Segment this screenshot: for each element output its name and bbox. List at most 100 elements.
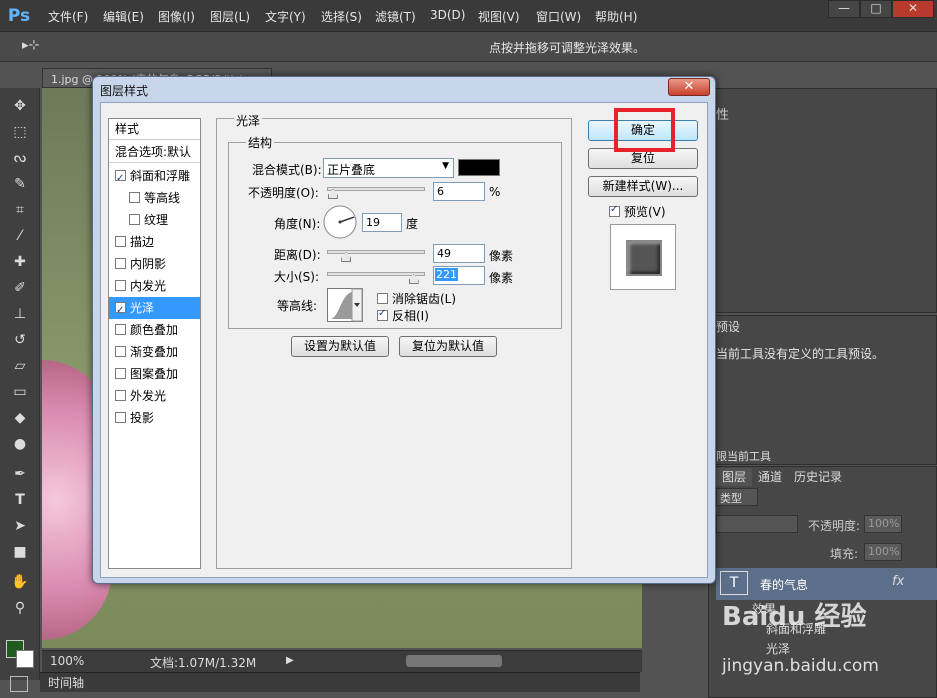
- hand-tool-icon[interactable]: ✋: [8, 572, 32, 592]
- distance-input[interactable]: 49: [433, 244, 485, 263]
- preview-checkbox[interactable]: 预览(V): [609, 203, 666, 220]
- blur-tool-icon[interactable]: ◆: [8, 408, 32, 428]
- dodge-tool-icon[interactable]: ●: [8, 434, 32, 454]
- style-item-checkbox[interactable]: [129, 192, 140, 203]
- opacity-input[interactable]: 6: [433, 182, 485, 201]
- blend-mode-select[interactable]: [716, 515, 798, 533]
- anti-alias-check[interactable]: [377, 293, 388, 304]
- history-brush-tool-icon[interactable]: ↺: [8, 330, 32, 350]
- menu-window[interactable]: 窗口(W): [536, 8, 581, 25]
- layer-fill-input[interactable]: 100%: [864, 543, 902, 561]
- menu-edit[interactable]: 编辑(E): [103, 8, 144, 25]
- style-item[interactable]: 纹理: [109, 209, 200, 231]
- preview-check[interactable]: [609, 204, 620, 217]
- angle-unit: 度: [406, 217, 419, 231]
- eraser-tool-icon[interactable]: ▱: [8, 356, 32, 376]
- style-item-checkbox[interactable]: [115, 412, 126, 423]
- opacity-slider-track[interactable]: [327, 187, 425, 191]
- contour-picker[interactable]: [327, 288, 363, 322]
- pen-tool-icon[interactable]: ✒: [8, 464, 32, 484]
- angle-dial[interactable]: [322, 204, 358, 240]
- new-style-button[interactable]: 新建样式(W)...: [588, 176, 698, 197]
- path-select-tool-icon[interactable]: ➤: [8, 516, 32, 536]
- background-color-swatch[interactable]: [16, 650, 34, 668]
- layer-fx-icon[interactable]: fx: [892, 574, 904, 589]
- eyedropper-tool-icon[interactable]: ⁄: [8, 226, 32, 246]
- tool-preset-picker[interactable]: ▸⊹: [22, 38, 39, 53]
- style-item[interactable]: 图案叠加: [109, 363, 200, 385]
- angle-input[interactable]: 19: [362, 213, 402, 232]
- maximize-button[interactable]: □: [860, 0, 892, 18]
- style-item[interactable]: 斜面和浮雕: [109, 165, 200, 190]
- reset-to-default-button[interactable]: 复位为默认值: [399, 336, 497, 357]
- style-item-checkbox[interactable]: [115, 258, 126, 269]
- menu-image[interactable]: 图像(I): [158, 8, 195, 25]
- horizontal-scrollbar-thumb[interactable]: [406, 655, 502, 667]
- style-item-checkbox[interactable]: [115, 300, 126, 322]
- stamp-tool-icon[interactable]: ⊥: [8, 304, 32, 324]
- tab-channels[interactable]: 通道: [752, 468, 788, 486]
- timeline-tab[interactable]: 时间轴: [48, 674, 84, 691]
- size-slider-track[interactable]: [327, 272, 425, 276]
- satin-color-swatch[interactable]: [458, 159, 500, 176]
- style-item[interactable]: 渐变叠加: [109, 341, 200, 363]
- menu-filter[interactable]: 滤镜(T): [375, 8, 416, 25]
- minimize-button[interactable]: —: [828, 0, 860, 18]
- style-item[interactable]: 投影: [109, 407, 200, 429]
- status-menu-arrow-icon[interactable]: ▶: [286, 655, 294, 666]
- menu-3d[interactable]: 3D(D): [430, 8, 465, 22]
- style-item[interactable]: 颜色叠加: [109, 319, 200, 341]
- style-item-checkbox[interactable]: [115, 168, 126, 190]
- invert-check[interactable]: [377, 308, 388, 321]
- zoom-level[interactable]: 100%: [50, 654, 84, 668]
- close-window-button[interactable]: ✕: [892, 0, 934, 18]
- layer-effect-satin[interactable]: 光泽: [766, 640, 790, 657]
- lasso-tool-icon[interactable]: ᔓ: [8, 148, 32, 168]
- menu-view[interactable]: 视图(V): [478, 8, 520, 25]
- blending-options-item[interactable]: 混合选项:默认: [109, 141, 200, 163]
- move-tool-icon[interactable]: ✥: [8, 96, 32, 116]
- style-item[interactable]: 等高线: [109, 187, 200, 209]
- menu-help[interactable]: 帮助(H): [595, 8, 637, 25]
- shape-tool-icon[interactable]: ■: [8, 542, 32, 562]
- layer-kind-filter[interactable]: 类型: [716, 488, 758, 506]
- satin-blend-mode-select[interactable]: 正片叠底 ▼: [323, 158, 454, 178]
- style-item-checkbox[interactable]: [129, 214, 140, 225]
- current-tool-only-checkbox[interactable]: 限当前工具: [716, 448, 771, 464]
- quick-mask-icon[interactable]: [10, 676, 28, 692]
- invert-checkbox[interactable]: 反相(I): [377, 307, 429, 324]
- style-item-checkbox[interactable]: [115, 280, 126, 291]
- distance-slider-track[interactable]: [327, 250, 425, 254]
- layer-name[interactable]: 春的气息: [760, 576, 808, 593]
- menu-file[interactable]: 文件(F): [48, 8, 88, 25]
- style-item-checkbox[interactable]: [115, 368, 126, 379]
- style-item-checkbox[interactable]: [115, 390, 126, 401]
- healing-tool-icon[interactable]: ✚: [8, 252, 32, 272]
- dialog-close-button[interactable]: ✕: [668, 78, 710, 96]
- style-item-checkbox[interactable]: [115, 346, 126, 357]
- style-item[interactable]: 外发光: [109, 385, 200, 407]
- marquee-tool-icon[interactable]: ⬚: [8, 122, 32, 142]
- style-item[interactable]: 光泽: [109, 297, 200, 322]
- style-item-checkbox[interactable]: [115, 324, 126, 335]
- quick-select-tool-icon[interactable]: ✎: [8, 174, 32, 194]
- gradient-tool-icon[interactable]: ▭: [8, 382, 32, 402]
- layer-opacity-input[interactable]: 100%: [864, 515, 902, 533]
- menu-layer[interactable]: 图层(L): [210, 8, 250, 25]
- tab-layers[interactable]: 图层: [716, 468, 753, 486]
- crop-tool-icon[interactable]: ⌗: [8, 200, 32, 220]
- style-item[interactable]: 描边: [109, 231, 200, 253]
- style-item[interactable]: 内发光: [109, 275, 200, 297]
- style-item[interactable]: 内阴影: [109, 253, 200, 275]
- style-item-checkbox[interactable]: [115, 236, 126, 247]
- style-list-header[interactable]: 样式: [109, 118, 200, 140]
- type-tool-icon[interactable]: T: [8, 490, 32, 510]
- menu-select[interactable]: 选择(S): [321, 8, 362, 25]
- anti-alias-checkbox[interactable]: 消除锯齿(L): [377, 290, 456, 307]
- menu-type[interactable]: 文字(Y): [265, 8, 306, 25]
- brush-tool-icon[interactable]: ✐: [8, 278, 32, 298]
- make-default-button[interactable]: 设置为默认值: [291, 336, 389, 357]
- size-input[interactable]: 221: [433, 266, 485, 285]
- tab-history[interactable]: 历史记录: [788, 468, 848, 486]
- zoom-tool-icon[interactable]: ⚲: [8, 598, 32, 618]
